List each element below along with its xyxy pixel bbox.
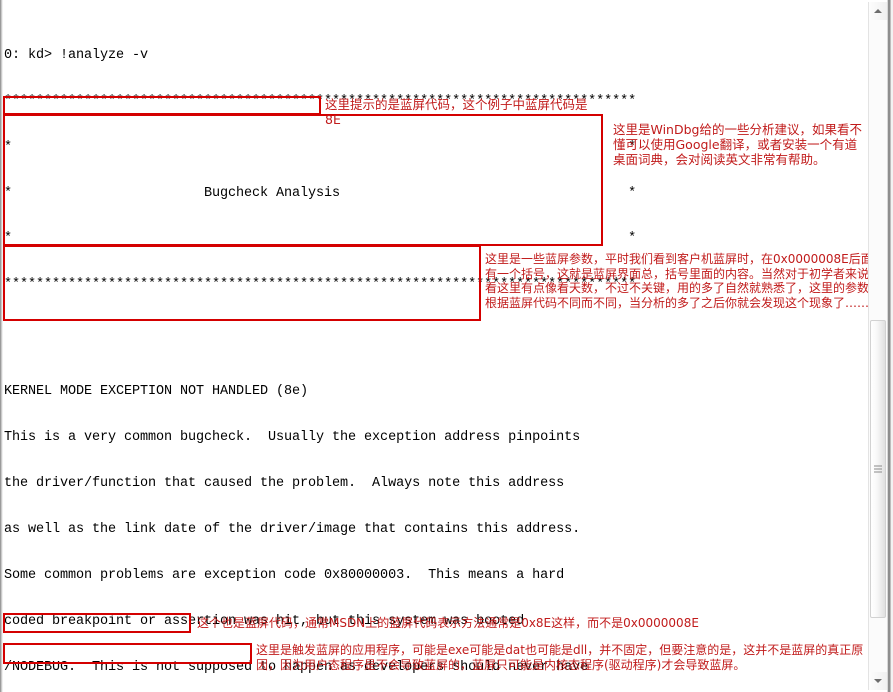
annotation-bugcheck-str: 这个也是蓝屏代码，通常MSDN上的蓝屏代码表示方法通常是0x8E这样，而不是0x… (197, 616, 699, 630)
scroll-down-button[interactable] (869, 672, 887, 690)
annotation-arguments: 这里是一些蓝屏参数，平时我们看到客户机蓝屏时，在0x0000008E后面会有一个… (485, 252, 885, 310)
scrollbar-thumb[interactable] (870, 320, 886, 618)
scroll-down-arrow-icon (874, 679, 882, 683)
annotation-process-name: 这里是触发蓝屏的应用程序，可能是exe可能是dat也可能是dll，并不固定，但要… (256, 643, 864, 672)
windbg-output-screenshot: 0: kd> !analyze -v *********************… (0, 0, 893, 692)
description-line-0: This is a very common bugcheck. Usually … (4, 430, 581, 446)
window-left-border (0, 0, 3, 692)
vertical-scrollbar[interactable] (868, 2, 887, 690)
window-right-border (887, 0, 893, 692)
command-prompt-line: 0: kd> !analyze -v (4, 47, 149, 63)
scroll-up-button[interactable] (869, 2, 887, 20)
description-line-2: as well as the link date of the driver/i… (4, 522, 581, 538)
spacer-1 (4, 323, 856, 338)
scrollbar-track[interactable] (869, 20, 887, 672)
bugcheck-title: KERNEL MODE EXCEPTION NOT HANDLED (8e) (4, 384, 309, 400)
description-line-3: Some common problems are exception code … (4, 567, 565, 583)
annotation-windbg-advice: 这里是WinDbg给的一些分析建议，如果看不懂可以使用Google翻译，或者安装… (613, 122, 862, 167)
scroll-up-arrow-icon (874, 9, 882, 13)
scrollbar-grip-icon (874, 465, 882, 473)
annotation-bugcheck-code: 这里提示的是蓝屏代码，这个例子中蓝屏代码是8E (325, 97, 588, 127)
description-line-1: the driver/function that caused the prob… (4, 476, 565, 492)
banner-title: * Bugcheck Analysis * (4, 185, 637, 201)
banner-blank-2: * * (4, 231, 637, 247)
